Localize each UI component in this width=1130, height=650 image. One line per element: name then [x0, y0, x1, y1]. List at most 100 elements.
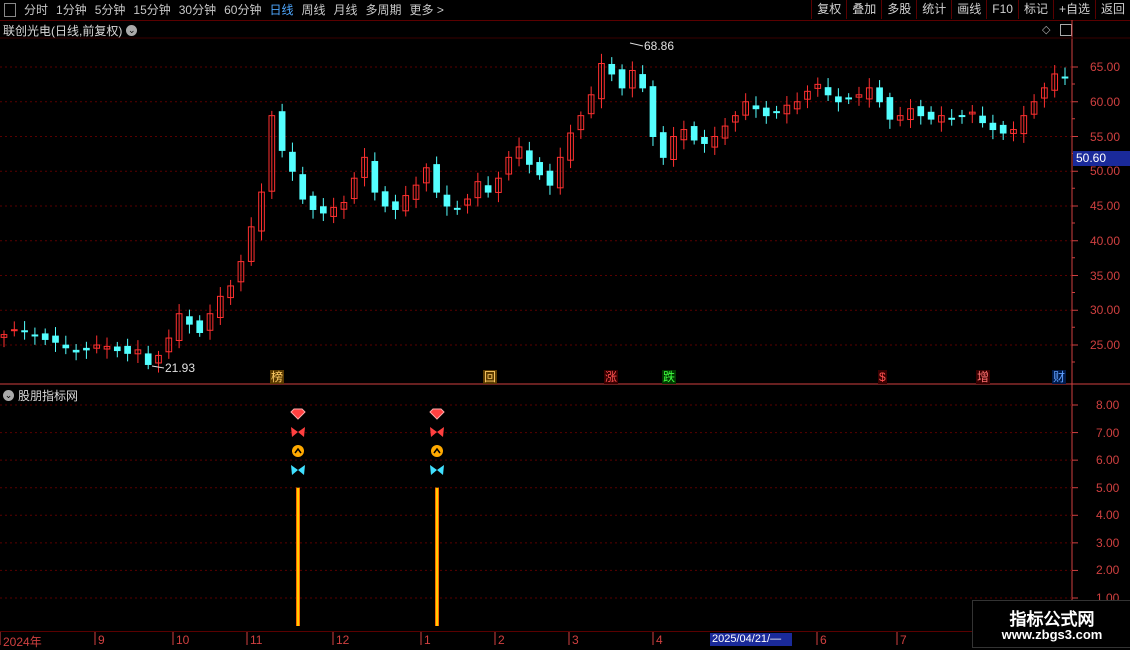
- candle-body: [824, 87, 832, 96]
- event-marker[interactable]: 增: [976, 370, 991, 384]
- price-tick-label: 60.00: [1090, 94, 1121, 109]
- event-marker[interactable]: $: [878, 370, 887, 384]
- price-tick-label: 30.00: [1090, 303, 1121, 318]
- indicator-tick-label: 4.00: [1096, 508, 1120, 523]
- candle-body: [52, 335, 59, 343]
- candle-body: [546, 170, 554, 186]
- candle-body: [484, 185, 492, 193]
- date-label: 9: [98, 633, 105, 647]
- candle-body: [433, 164, 440, 193]
- candle-body: [618, 69, 626, 89]
- candle-body: [999, 124, 1007, 134]
- indicator-tick-label: 6.00: [1096, 453, 1120, 468]
- low-label: 21.93: [165, 361, 196, 375]
- candle-body: [144, 353, 152, 365]
- candle-body: [927, 111, 935, 120]
- date-label: 2: [498, 633, 505, 647]
- date-label: 2024年: [3, 635, 42, 649]
- selected-date: 2025/04/21/—: [710, 633, 792, 646]
- candle-body: [958, 115, 966, 118]
- signal-bar-edge: [438, 487, 439, 626]
- candle-body: [278, 111, 286, 151]
- candle-body: [886, 97, 894, 120]
- chart-canvas: [0, 20, 1130, 645]
- candle-body: [62, 344, 70, 349]
- candle-body: [876, 87, 883, 103]
- candle-body: [649, 86, 657, 137]
- candle-body: [10, 329, 18, 332]
- candle-body: [186, 316, 193, 325]
- chevron-down-icon[interactable]: ⌄: [3, 390, 14, 401]
- low-pointer: [151, 365, 165, 369]
- candle-body: [289, 151, 296, 172]
- candle-body: [762, 107, 770, 117]
- candle-body: [41, 333, 49, 340]
- event-marker[interactable]: 回: [483, 370, 498, 384]
- price-tick-label: 65.00: [1090, 60, 1121, 74]
- candle-body: [72, 349, 80, 353]
- high-label: 68.86: [644, 39, 675, 53]
- candle-body: [83, 347, 90, 351]
- event-marker[interactable]: 跌: [662, 370, 677, 384]
- price-tick-label: 45.00: [1090, 199, 1121, 213]
- price-tick-label: 50.00: [1090, 164, 1121, 179]
- candle-body: [989, 122, 997, 131]
- candle-body: [917, 106, 925, 117]
- candle-body: [392, 201, 399, 210]
- price-tick-label: 25.00: [1090, 338, 1121, 352]
- candle-body: [124, 345, 131, 354]
- candle-body: [835, 96, 842, 103]
- date-label: 6: [820, 633, 827, 647]
- chevron-up-icon: [292, 445, 304, 457]
- date-label: 1: [424, 633, 431, 647]
- candle-body: [536, 162, 543, 176]
- candle-body: [31, 334, 39, 337]
- candle-body: [948, 117, 956, 120]
- date-label: 3: [572, 633, 579, 647]
- candle-body: [299, 174, 307, 200]
- candle-body: [1061, 76, 1069, 79]
- diamond-icon: [429, 408, 445, 420]
- date-label: 10: [176, 633, 190, 647]
- butterfly-red-icon: [430, 427, 444, 437]
- candle-body: [381, 191, 389, 207]
- event-marker[interactable]: 涨: [604, 370, 619, 384]
- candle-body: [979, 115, 986, 124]
- candle-body: [453, 207, 461, 210]
- event-marker[interactable]: 财: [1052, 370, 1067, 384]
- date-label: 7: [900, 633, 907, 647]
- candle-body: [608, 63, 616, 75]
- indicator-title: ⌄ 股朋指标网: [3, 389, 79, 403]
- candle-body: [639, 74, 646, 89]
- price-tick-label: 35.00: [1090, 268, 1121, 283]
- candle-body: [443, 194, 451, 207]
- indicator-tick-label: 5.00: [1096, 480, 1120, 495]
- price-tick-label: 40.00: [1090, 233, 1121, 248]
- butterfly-red-icon: [291, 427, 305, 437]
- price-tick-label: 55.00: [1090, 129, 1121, 144]
- signal-bar-edge: [296, 487, 297, 626]
- event-marker[interactable]: 榜: [270, 370, 285, 384]
- indicator-tick-label: 3.00: [1096, 535, 1120, 550]
- diamond-icon: [290, 408, 306, 420]
- candle-body: [526, 150, 533, 165]
- date-axis: 2024年 9 10 11 12 1 2 3 4 6 7 2025/04/21/—: [0, 631, 1130, 649]
- date-label: 11: [250, 633, 263, 647]
- signal-bar-edge: [299, 487, 300, 626]
- watermark-logo: 指标公式网 www.zbgs3.com: [972, 600, 1130, 648]
- high-pointer: [629, 42, 644, 47]
- candle-body: [113, 346, 121, 352]
- candle-body: [690, 126, 698, 141]
- candle-body: [21, 330, 28, 333]
- signal-bar-edge: [435, 487, 436, 626]
- butterfly-cyan-icon: [291, 465, 305, 475]
- date-label: 4: [656, 633, 663, 647]
- candle-body: [309, 195, 317, 210]
- candle-body: [701, 136, 708, 144]
- candle-body: [845, 97, 853, 100]
- chevron-up-icon: [431, 445, 443, 457]
- candle-body: [319, 206, 327, 214]
- date-label: 12: [336, 633, 350, 647]
- indicator-tick-label: 7.00: [1096, 425, 1120, 440]
- butterfly-cyan-icon: [430, 465, 444, 475]
